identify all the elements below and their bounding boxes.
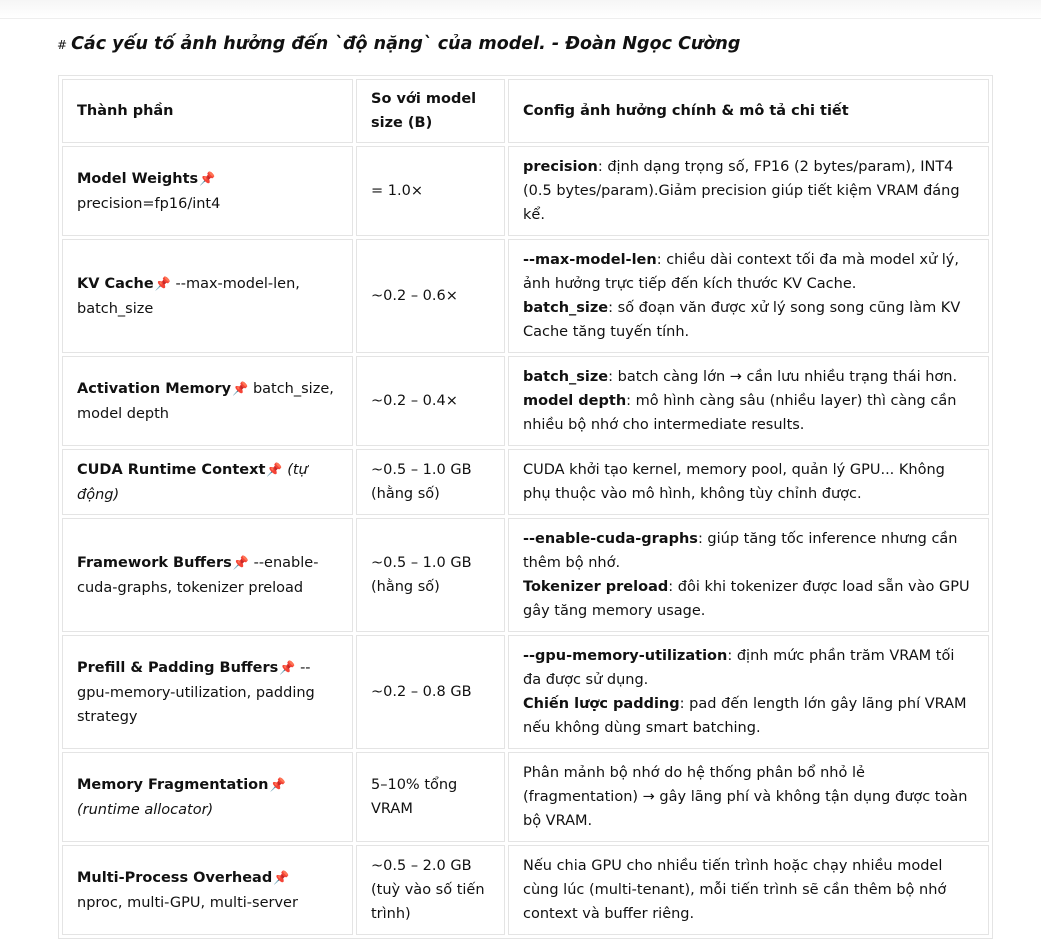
description-line: Phân mảnh bộ nhớ do hệ thống phân bổ nhỏ… xyxy=(523,761,974,833)
description-line: precision: định dạng trọng số, FP16 (2 b… xyxy=(523,155,974,227)
header-config: Config ảnh hưởng chính & mô tả chi tiết xyxy=(508,79,989,143)
pushpin-icon: 📌 xyxy=(273,870,290,886)
table-row: CUDA Runtime Context📌 (tự động) ~0.5 – 1.… xyxy=(62,449,989,515)
table-row: KV Cache📌 --max-model-len, batch_size ~0.… xyxy=(62,239,989,353)
heading-marker: # xyxy=(57,38,68,52)
description-line: Chiến lược padding: pad đến length lớn g… xyxy=(523,692,974,740)
component-name: KV Cache xyxy=(77,275,154,292)
description-cell: Nếu chia GPU cho nhiều tiến trình hoặc c… xyxy=(508,845,989,935)
page-title-text: Các yếu tố ảnh hưởng đến `độ nặng` của m… xyxy=(71,34,741,54)
component-name: Multi-Process Overhead xyxy=(77,869,273,886)
component-name: Model Weights xyxy=(77,170,199,187)
top-toolbar-shadow xyxy=(0,0,1041,19)
component-cell: Framework Buffers📌 --enable-cuda-graphs,… xyxy=(62,518,353,632)
ratio-cell: ~0.5 – 1.0 GB (hằng số) xyxy=(356,449,505,515)
header-component: Thành phần xyxy=(62,79,353,143)
description-cell: --gpu-memory-utilization: định mức phần … xyxy=(508,635,989,749)
config-term: batch_size xyxy=(523,369,609,385)
description-line: batch_size: số đoạn văn được xử lý song … xyxy=(523,296,974,344)
ratio-cell: 5–10% tổng VRAM xyxy=(356,752,505,842)
config-term: batch_size xyxy=(523,300,609,316)
ratio-cell: ~0.5 – 1.0 GB (hằng số) xyxy=(356,518,505,632)
description-line: Tokenizer preload: đôi khi tokenizer đượ… xyxy=(523,575,974,623)
component-param: nproc, multi-GPU, multi-server xyxy=(77,894,298,911)
table-row: Multi-Process Overhead📌 nproc, multi-GPU… xyxy=(62,845,989,935)
description-line: --enable-cuda-graphs: giúp tăng tốc infe… xyxy=(523,527,974,575)
config-term: Tokenizer preload xyxy=(523,579,669,595)
pushpin-icon: 📌 xyxy=(269,777,286,793)
description-cell: CUDA khởi tạo kernel, memory pool, quản … xyxy=(508,449,989,515)
component-cell: Memory Fragmentation📌 (runtime allocator… xyxy=(62,752,353,842)
pushpin-icon: 📌 xyxy=(154,276,171,292)
pushpin-icon: 📌 xyxy=(232,381,249,397)
component-cell: Multi-Process Overhead📌 nproc, multi-GPU… xyxy=(62,845,353,935)
config-text: Nếu chia GPU cho nhiều tiến trình hoặc c… xyxy=(523,858,947,922)
pushpin-icon: 📌 xyxy=(199,171,216,187)
description-line: Nếu chia GPU cho nhiều tiến trình hoặc c… xyxy=(523,854,974,926)
ratio-cell: = 1.0× xyxy=(356,146,505,236)
component-name: CUDA Runtime Context xyxy=(77,461,266,478)
component-param: (runtime allocator) xyxy=(77,801,214,818)
component-cell: Activation Memory📌 batch_size, model dep… xyxy=(62,356,353,446)
pushpin-icon: 📌 xyxy=(279,660,296,676)
description-cell: --enable-cuda-graphs: giúp tăng tốc infe… xyxy=(508,518,989,632)
memory-factors-table: Thành phần So với model size (B) Config … xyxy=(58,75,993,939)
description-line: model depth: mô hình càng sâu (nhiều lay… xyxy=(523,389,974,437)
description-line: batch_size: batch càng lớn → cần lưu nhi… xyxy=(523,365,974,389)
ratio-cell: ~0.2 – 0.8 GB xyxy=(356,635,505,749)
description-line: --max-model-len: chiều dài context tối đ… xyxy=(523,248,974,296)
page-title: # Các yếu tố ảnh hưởng đến `độ nặng` của … xyxy=(57,34,740,54)
ratio-cell: ~0.5 – 2.0 GB (tuỳ vào số tiến trình) xyxy=(356,845,505,935)
config-term: model depth xyxy=(523,393,627,409)
component-cell: Prefill & Padding Buffers📌 --gpu-memory-… xyxy=(62,635,353,749)
config-term: precision xyxy=(523,159,598,175)
description-cell: precision: định dạng trọng số, FP16 (2 b… xyxy=(508,146,989,236)
pushpin-icon: 📌 xyxy=(266,462,283,478)
config-term: Chiến lược padding xyxy=(523,696,680,712)
component-param: precision=fp16/int4 xyxy=(77,195,221,212)
config-term: --gpu-memory-utilization xyxy=(523,648,728,664)
component-cell: CUDA Runtime Context📌 (tự động) xyxy=(62,449,353,515)
component-cell: Model Weights📌 precision=fp16/int4 xyxy=(62,146,353,236)
config-text: CUDA khởi tạo kernel, memory pool, quản … xyxy=(523,462,945,502)
table-row: Activation Memory📌 batch_size, model dep… xyxy=(62,356,989,446)
table-row: Memory Fragmentation📌 (runtime allocator… xyxy=(62,752,989,842)
table-row: Prefill & Padding Buffers📌 --gpu-memory-… xyxy=(62,635,989,749)
ratio-cell: ~0.2 – 0.6× xyxy=(356,239,505,353)
table-header-row: Thành phần So với model size (B) Config … xyxy=(62,79,989,143)
config-term: --enable-cuda-graphs xyxy=(523,531,698,547)
component-name: Activation Memory xyxy=(77,380,232,397)
table-row: Model Weights📌 precision=fp16/int4 = 1.0×… xyxy=(62,146,989,236)
description-cell: batch_size: batch càng lớn → cần lưu nhi… xyxy=(508,356,989,446)
description-line: CUDA khởi tạo kernel, memory pool, quản … xyxy=(523,458,974,506)
config-term: --max-model-len xyxy=(523,252,657,268)
pushpin-icon: 📌 xyxy=(232,555,249,571)
ratio-cell: ~0.2 – 0.4× xyxy=(356,356,505,446)
table-row: Framework Buffers📌 --enable-cuda-graphs,… xyxy=(62,518,989,632)
description-cell: --max-model-len: chiều dài context tối đ… xyxy=(508,239,989,353)
component-name: Prefill & Padding Buffers xyxy=(77,659,279,676)
description-cell: Phân mảnh bộ nhớ do hệ thống phân bổ nhỏ… xyxy=(508,752,989,842)
component-name: Framework Buffers xyxy=(77,554,232,571)
config-text: : batch càng lớn → cần lưu nhiều trạng t… xyxy=(608,369,958,385)
config-text: Phân mảnh bộ nhớ do hệ thống phân bổ nhỏ… xyxy=(523,765,968,829)
header-ratio: So với model size (B) xyxy=(356,79,505,143)
description-line: --gpu-memory-utilization: định mức phần … xyxy=(523,644,974,692)
component-name: Memory Fragmentation xyxy=(77,776,269,793)
component-cell: KV Cache📌 --max-model-len, batch_size xyxy=(62,239,353,353)
